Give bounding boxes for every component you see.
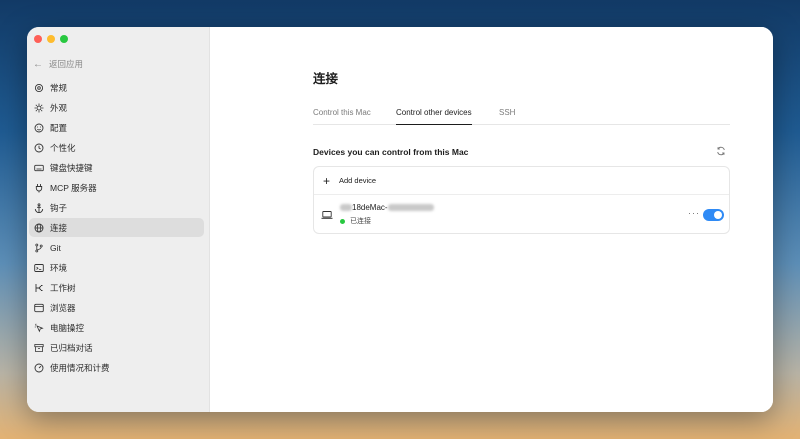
sidebar-item-computer-use[interactable]: 电脑操控 xyxy=(29,318,204,337)
minimize-window-button[interactable] xyxy=(47,35,55,43)
add-device-label: Add device xyxy=(339,176,377,185)
plus-icon: + xyxy=(323,173,331,188)
sidebar-item-git[interactable]: Git xyxy=(29,238,204,257)
main-content: 连接 Control this Mac Control other device… xyxy=(210,27,773,412)
sidebar-item-config[interactable]: 配置 xyxy=(29,118,204,137)
sidebar-nav: 常规 外观 配置 个性化 键盘快捷键 MCP 服务器 钩子 连接 Git 环境 … xyxy=(29,78,204,378)
sidebar-item-label: 使用情况和计费 xyxy=(50,362,110,373)
close-window-button[interactable] xyxy=(34,35,42,43)
device-enable-toggle[interactable] xyxy=(703,209,724,221)
redacted-blur xyxy=(340,204,352,212)
toggle-knob xyxy=(714,211,722,219)
sidebar-item-label: MCP 服务器 xyxy=(50,182,97,193)
device-name: 18deMac- xyxy=(340,203,434,212)
sidebar-item-keyboard-shortcuts[interactable]: 键盘快捷键 xyxy=(29,158,204,177)
add-device-button[interactable]: + Add device xyxy=(314,167,729,195)
section-title: Devices you can control from this Mac xyxy=(313,147,469,157)
devices-card: + Add device 18deMac- 已连接 ··· xyxy=(313,166,730,234)
sidebar-item-personalization[interactable]: 个性化 xyxy=(29,138,204,157)
sidebar-item-label: 浏览器 xyxy=(50,302,76,313)
sidebar-item-appearance[interactable]: 外观 xyxy=(29,98,204,117)
sidebar-item-label: 键盘快捷键 xyxy=(50,162,93,173)
git-branch-icon xyxy=(34,243,44,253)
terminal-icon xyxy=(34,263,44,273)
sidebar-item-mcp-servers[interactable]: MCP 服务器 xyxy=(29,178,204,197)
sidebar-item-label: 工作树 xyxy=(50,282,76,293)
refresh-icon[interactable] xyxy=(716,146,726,156)
status-dot-icon xyxy=(340,218,345,224)
sidebar-item-hooks[interactable]: 钩子 xyxy=(29,198,204,217)
smiley-icon xyxy=(34,123,44,133)
page-title: 连接 xyxy=(313,72,339,86)
tab-bar: Control this Mac Control other devices S… xyxy=(313,106,730,125)
worktree-icon xyxy=(34,283,44,293)
sidebar-item-label: 常规 xyxy=(50,82,68,93)
sidebar-item-connections[interactable]: 连接 xyxy=(29,218,204,237)
sidebar-item-environment[interactable]: 环境 xyxy=(29,258,204,277)
arrow-left-icon: ← xyxy=(33,58,43,70)
back-to-app-link[interactable]: ← 返回应用 xyxy=(33,58,83,70)
cursor-icon xyxy=(34,323,44,333)
sidebar-item-label: 电脑操控 xyxy=(50,322,85,333)
sun-icon xyxy=(34,103,44,113)
window-controls xyxy=(34,35,68,43)
device-status: 已连接 xyxy=(340,216,371,226)
more-options-button[interactable]: ··· xyxy=(688,208,700,218)
browser-icon xyxy=(34,303,44,313)
redacted-blur xyxy=(387,204,434,212)
sidebar: ← 返回应用 常规 外观 配置 个性化 键盘快捷键 MCP 服务器 钩子 连接 … xyxy=(27,27,210,412)
status-label: 已连接 xyxy=(350,218,371,225)
sidebar-item-archived-chats[interactable]: 已归档对话 xyxy=(29,338,204,357)
clock-icon xyxy=(34,143,44,153)
tab-control-this-mac[interactable]: Control this Mac xyxy=(313,108,371,125)
sidebar-item-label: 个性化 xyxy=(50,142,76,153)
tab-control-other-devices[interactable]: Control other devices xyxy=(396,108,472,125)
sidebar-item-general[interactable]: 常规 xyxy=(29,78,204,97)
gauge-icon xyxy=(34,363,44,373)
settings-window: ← 返回应用 常规 外观 配置 个性化 键盘快捷键 MCP 服务器 钩子 连接 … xyxy=(27,27,773,412)
sidebar-item-label: 环境 xyxy=(50,262,68,273)
sidebar-item-worktrees[interactable]: 工作树 xyxy=(29,278,204,297)
plug-icon xyxy=(34,183,44,193)
laptop-icon xyxy=(321,211,333,219)
keyboard-icon xyxy=(34,163,44,173)
sidebar-item-browser[interactable]: 浏览器 xyxy=(29,298,204,317)
sidebar-item-label: Git xyxy=(50,242,61,253)
sidebar-item-label: 钩子 xyxy=(50,202,68,213)
zoom-window-button[interactable] xyxy=(60,35,68,43)
sidebar-item-label: 配置 xyxy=(50,122,68,133)
archive-icon xyxy=(34,343,44,353)
device-row[interactable]: 18deMac- 已连接 ··· xyxy=(314,195,729,235)
sidebar-item-usage-billing[interactable]: 使用情况和计费 xyxy=(29,358,204,377)
sidebar-item-label: 已归档对话 xyxy=(50,342,93,353)
anchor-icon xyxy=(34,202,44,213)
tab-ssh[interactable]: SSH xyxy=(499,108,515,125)
sidebar-item-label: 外观 xyxy=(50,102,68,113)
globe-icon xyxy=(34,223,44,233)
sidebar-item-label: 连接 xyxy=(50,222,68,233)
back-label: 返回应用 xyxy=(49,59,84,69)
gear-icon xyxy=(34,83,44,93)
